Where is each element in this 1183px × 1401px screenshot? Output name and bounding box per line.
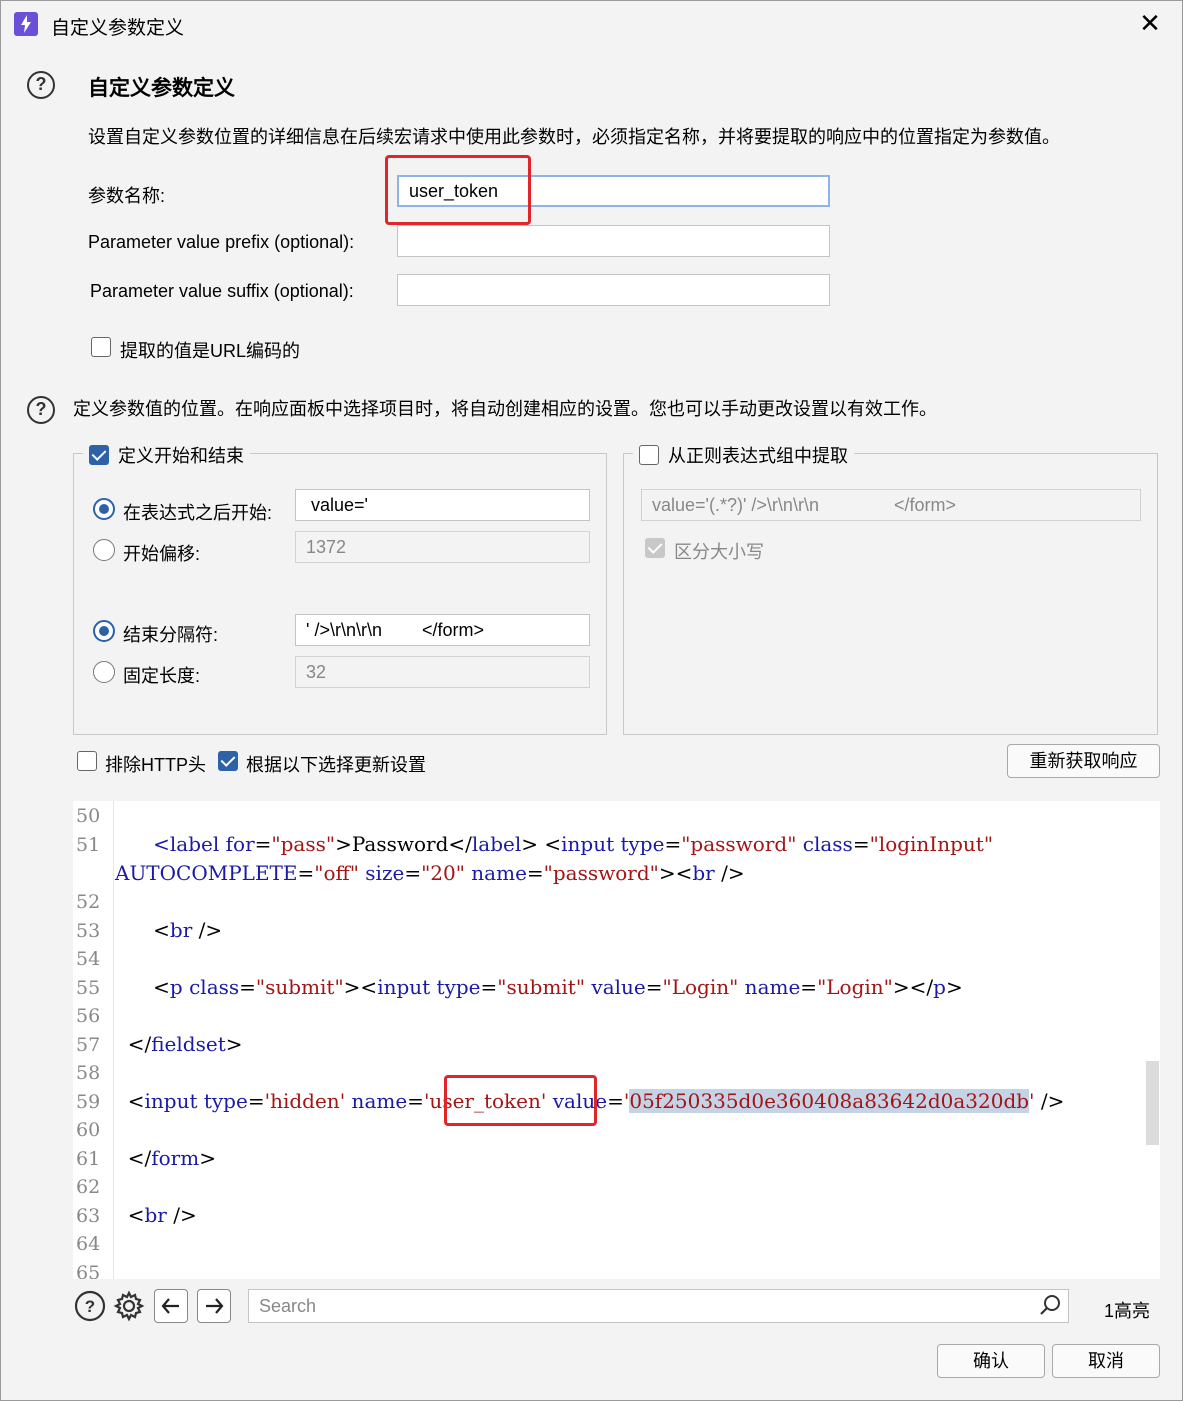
help-icon-editor[interactable]: ?	[73, 1289, 107, 1323]
start-offset-radio[interactable]	[93, 539, 115, 561]
line-number: 59	[76, 1091, 101, 1113]
start-end-label: 定义开始和结束	[118, 446, 245, 466]
start-offset-label: 开始偏移:	[123, 544, 201, 564]
help-icon-location[interactable]: ?	[27, 396, 55, 424]
end-delimiter-radio[interactable]	[93, 620, 115, 642]
annotation-box-token	[444, 1075, 597, 1126]
selected-token-value: 05f250335d0e360408a83642d0a320db	[629, 1089, 1030, 1113]
start-after-field[interactable]: value='	[295, 489, 590, 521]
line-number: 50	[76, 805, 101, 827]
line-number: 51	[76, 834, 101, 856]
code-line-51: <label for="pass">Password</label> <inpu…	[153, 832, 994, 856]
exclude-http-checkbox[interactable]	[77, 751, 97, 771]
section-description: 设置自定义参数位置的详细信息在后续宏请求中使用此参数时，必须指定名称，并将要提取…	[88, 127, 1060, 147]
end-delimiter-field[interactable]: ' />\r\n\r\n </form>	[295, 614, 590, 646]
code-line-61: </form>	[127, 1146, 216, 1170]
regex-checkbox[interactable]	[639, 445, 659, 465]
arrow-right-icon[interactable]	[197, 1289, 231, 1323]
line-number: 55	[76, 977, 101, 999]
prefix-field[interactable]	[397, 225, 830, 257]
gear-icon[interactable]	[112, 1289, 146, 1323]
fixed-length-field[interactable]: 32	[295, 656, 590, 688]
start-after-label: 在表达式之后开始:	[123, 503, 273, 523]
param-name-label: 参数名称:	[88, 186, 166, 206]
suffix-label: Parameter value suffix (optional):	[90, 281, 354, 301]
code-line-63: <br />	[127, 1203, 197, 1227]
line-number: 65	[76, 1262, 101, 1279]
line-number: 58	[76, 1062, 101, 1084]
page-title: 自定义参数定义	[88, 77, 235, 100]
line-number: 57	[76, 1034, 101, 1056]
fixed-length-label: 固定长度:	[123, 666, 201, 686]
editor-scrollbar[interactable]	[1146, 1061, 1159, 1145]
search-input[interactable]: Search	[248, 1289, 1069, 1323]
start-end-legend: 定义开始和结束	[83, 442, 251, 468]
line-number: 53	[76, 920, 101, 942]
line-number: 54	[76, 948, 101, 970]
app-lightning-icon	[14, 12, 38, 36]
svg-text:?: ?	[85, 1297, 95, 1316]
line-number: 63	[76, 1205, 101, 1227]
help-icon[interactable]: ?	[27, 71, 55, 99]
close-icon[interactable]: ✕	[1137, 9, 1163, 37]
regex-label: 从正则表达式组中提取	[668, 446, 849, 466]
title-bar: 自定义参数定义 ✕	[1, 1, 1182, 45]
line-number: 64	[76, 1233, 101, 1255]
highlight-count: 1高亮	[1104, 1301, 1151, 1321]
cancel-button[interactable]: 取消	[1052, 1344, 1160, 1378]
code-line-57: </fieldset>	[127, 1032, 243, 1056]
case-sensitive-checkbox[interactable]	[645, 538, 665, 558]
url-encoded-checkbox[interactable]	[91, 337, 111, 357]
url-encoded-label: 提取的值是URL编码的	[120, 341, 301, 361]
update-config-label: 根据以下选择更新设置	[246, 755, 426, 775]
arrow-left-icon[interactable]	[154, 1289, 188, 1323]
code-line-55: <p class="submit"><input type="submit" v…	[153, 975, 963, 999]
regex-legend: 从正则表达式组中提取	[633, 442, 855, 468]
line-number: 52	[76, 891, 101, 913]
exclude-http-label: 排除HTTP头	[105, 755, 206, 775]
search-toolbar: ? Search 1高亮	[73, 1286, 1160, 1332]
start-offset-field[interactable]: 1372	[295, 531, 590, 563]
dialog-window: 自定义参数定义 ✕ ? 自定义参数定义 设置自定义参数位置的详细信息在后续宏请求…	[0, 0, 1183, 1401]
window-title: 自定义参数定义	[51, 18, 185, 39]
update-config-checkbox[interactable]	[218, 751, 238, 771]
response-editor[interactable]: 50 51 52 53 54 55 56 57 58 59 60 61 62 6…	[73, 801, 1160, 1279]
line-number: 62	[76, 1176, 101, 1198]
start-end-checkbox[interactable]	[89, 445, 109, 465]
prefix-label: Parameter value prefix (optional):	[88, 232, 355, 252]
annotation-box-name	[385, 155, 531, 225]
suffix-field[interactable]	[397, 274, 830, 306]
start-after-radio[interactable]	[93, 498, 115, 520]
code-line-53: <br />	[153, 918, 223, 942]
line-number: 60	[76, 1119, 101, 1141]
code-line-51-wrap: AUTOCOMPLETE="off" size="20" name="passw…	[115, 861, 745, 885]
refetch-response-button[interactable]: 重新获取响应	[1007, 744, 1160, 778]
end-delimiter-label: 结束分隔符:	[123, 625, 219, 645]
line-number: 61	[76, 1148, 101, 1170]
ok-button[interactable]: 确认	[937, 1344, 1045, 1378]
fixed-length-radio[interactable]	[93, 661, 115, 683]
case-sensitive-label: 区分大小写	[674, 542, 764, 562]
regex-field[interactable]: value='(.*?)' />\r\n\r\n </form>	[641, 489, 1141, 521]
line-number: 56	[76, 1005, 101, 1027]
search-icon[interactable]	[1035, 1291, 1069, 1325]
gutter-divider	[113, 801, 114, 1279]
location-description: 定义参数值的位置。在响应面板中选择项目时，将自动创建相应的设置。您也可以手动更改…	[73, 399, 937, 419]
